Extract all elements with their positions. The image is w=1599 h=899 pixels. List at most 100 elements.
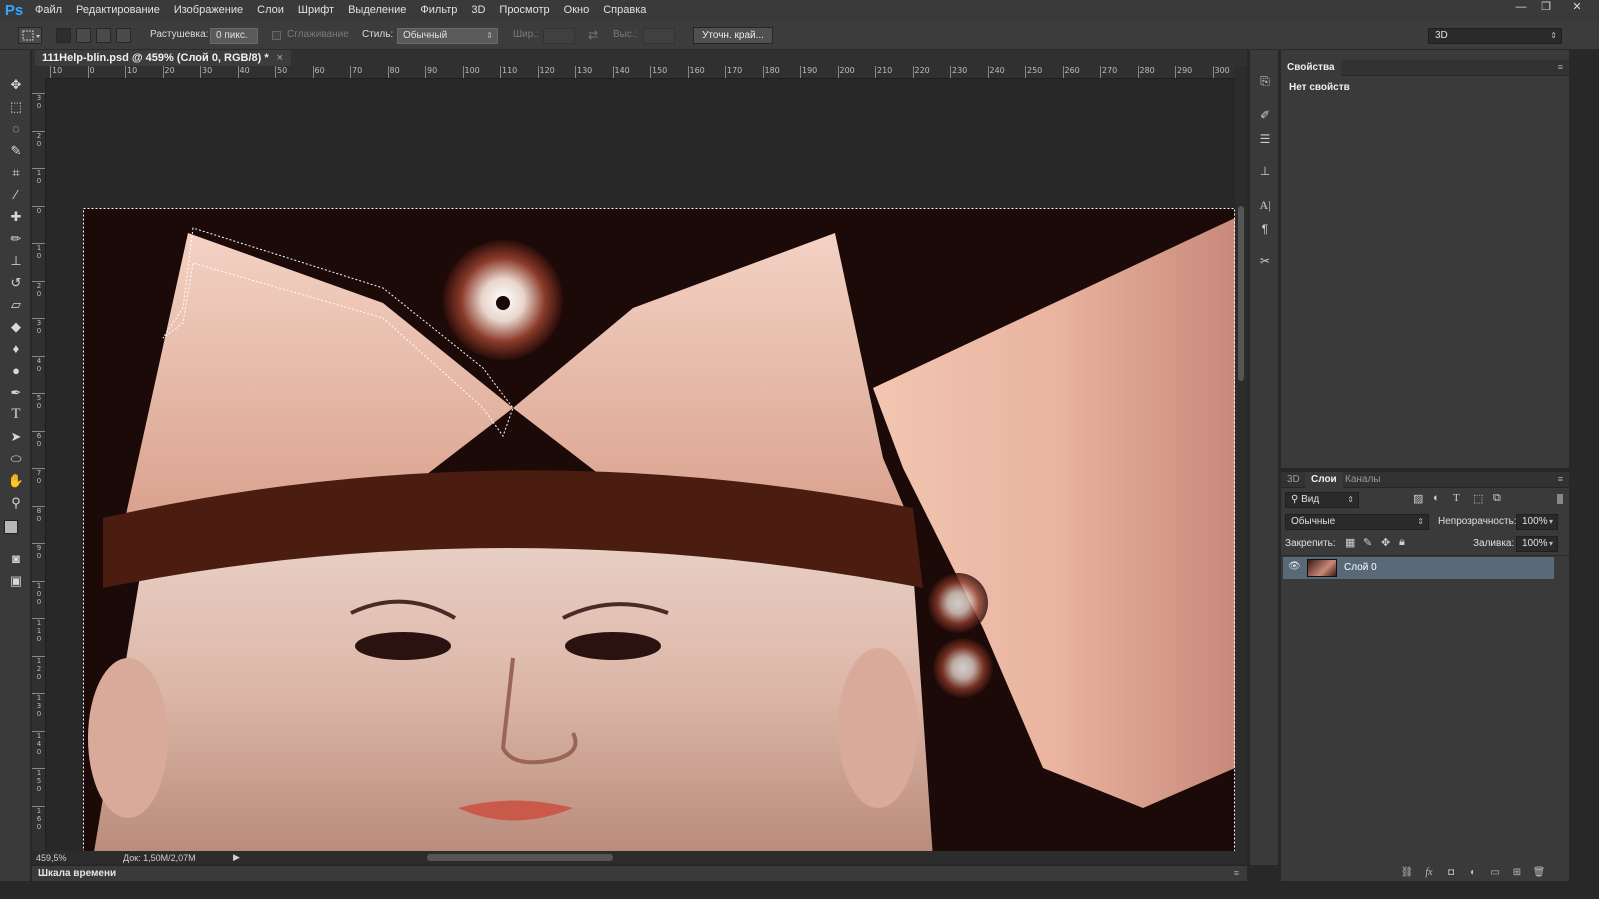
foreground-color-swatch[interactable] <box>4 520 18 534</box>
pixel-filter-icon[interactable]: ▨ <box>1413 492 1423 505</box>
link-layers-icon[interactable]: ⛓ <box>1400 867 1414 879</box>
swap-icon[interactable]: ⇄ <box>588 28 598 42</box>
feather-input[interactable]: 0 пикс. <box>210 28 258 44</box>
status-menu-arrow-icon[interactable]: ▶ <box>233 852 240 863</box>
eyedropper-tool-icon[interactable]: ⁄ <box>5 184 27 205</box>
menu-view[interactable]: Просмотр <box>492 0 556 21</box>
close-tab-icon[interactable]: × <box>277 50 283 66</box>
new-selection-button[interactable] <box>56 28 71 43</box>
adjustments-icon[interactable]: ☰ <box>1256 130 1274 148</box>
tool-preset-picker[interactable] <box>18 27 42 44</box>
layer-row[interactable]: 👁︎ Слой 0 <box>1283 557 1554 579</box>
pen-tool-icon[interactable]: ✒ <box>5 382 27 403</box>
eye-visibility-icon[interactable]: 👁︎ <box>1288 561 1301 572</box>
menu-edit[interactable]: Редактирование <box>69 0 167 21</box>
tab-channels[interactable]: Каналы <box>1339 472 1387 488</box>
horizontal-scroll-thumb[interactable] <box>427 854 613 861</box>
tool-presets-icon[interactable]: ✂ <box>1256 252 1274 270</box>
hand-tool-icon[interactable]: ✋ <box>5 470 27 491</box>
smart-object-filter-icon[interactable]: ⧉ <box>1493 492 1501 505</box>
type-filter-icon[interactable]: T <box>1453 492 1460 504</box>
timeline-label[interactable]: Шкала времени <box>38 868 116 879</box>
eraser-tool-icon[interactable]: ▱ <box>5 294 27 315</box>
width-input[interactable] <box>543 28 575 44</box>
zoom-level[interactable]: 459,5% <box>36 853 67 863</box>
blend-mode-select[interactable]: Обычные ⇕ <box>1285 514 1429 530</box>
rect-marquee-tool-icon[interactable]: ⬚ <box>5 96 27 117</box>
vertical-scrollbar[interactable] <box>1235 66 1247 851</box>
workspace-select[interactable]: 3D ⇕ <box>1428 28 1562 44</box>
opacity-input[interactable]: 100% ▾ <box>1516 514 1558 530</box>
history-brush-tool-icon[interactable]: ↺ <box>5 272 27 293</box>
restore-button[interactable]: ❐ <box>1535 0 1557 14</box>
menu-file[interactable]: Файл <box>28 0 69 21</box>
panel-menu-icon[interactable]: ≡ <box>1234 868 1239 878</box>
canvas-area[interactable] <box>47 80 1235 851</box>
crop-tool-icon[interactable]: ⌗ <box>5 162 27 183</box>
menu-layers[interactable]: Слои <box>250 0 291 21</box>
horizontal-scrollbar[interactable] <box>32 851 1247 864</box>
blur-tool-icon[interactable]: ♦ <box>5 338 27 359</box>
lasso-tool-icon[interactable]: ◌ <box>5 118 27 139</box>
history-icon[interactable]: ⎘ <box>1256 72 1274 90</box>
menu-filter[interactable]: Фильтр <box>413 0 464 21</box>
antialias-checkbox[interactable] <box>272 31 281 40</box>
clone-stamp-tool-icon[interactable]: ⊥ <box>5 250 27 271</box>
intersect-selection-button[interactable] <box>116 28 131 43</box>
lock-position-icon[interactable]: ✥ <box>1381 536 1390 549</box>
menu-type[interactable]: Шрифт <box>291 0 341 21</box>
quick-select-tool-icon[interactable]: ✎ <box>5 140 27 161</box>
filter-toggle[interactable] <box>1557 494 1563 504</box>
brush-tool-icon[interactable]: ✏ <box>5 228 27 249</box>
move-tool-icon[interactable]: ✥ <box>5 74 27 95</box>
menu-image[interactable]: Изображение <box>167 0 250 21</box>
menu-3d[interactable]: 3D <box>464 0 492 21</box>
healing-brush-tool-icon[interactable]: ✚ <box>5 206 27 227</box>
trash-icon[interactable]: 🗑︎ <box>1532 867 1546 879</box>
lock-all-icon[interactable]: 🔒︎ <box>1399 536 1405 549</box>
paint-bucket-tool-icon[interactable]: ◆ <box>5 316 27 337</box>
fx-icon[interactable]: fx <box>1422 867 1436 879</box>
add-selection-button[interactable] <box>76 28 91 43</box>
layer-filter-select[interactable]: ⚲ Вид ⇕ <box>1285 492 1359 508</box>
screen-mode-icon[interactable]: ▣ <box>5 570 27 591</box>
menu-window[interactable]: Окно <box>557 0 597 21</box>
tab-3d[interactable]: 3D <box>1281 472 1306 488</box>
document-tab[interactable]: 111Help-blin.psd @ 459% (Слой 0, RGB/8) … <box>35 50 292 66</box>
ellipse-tool-icon[interactable]: ⬭ <box>5 448 27 469</box>
refine-edge-button[interactable]: Уточн. край... <box>693 27 773 44</box>
adjustment-layer-icon[interactable]: ◐ <box>1466 867 1480 879</box>
path-select-tool-icon[interactable]: ➤ <box>5 426 27 447</box>
tab-layers[interactable]: Слои <box>1305 472 1343 488</box>
menu-select[interactable]: Выделение <box>341 0 413 21</box>
style-select[interactable]: Обычный ⇕ <box>397 28 498 44</box>
vertical-scroll-thumb[interactable] <box>1238 206 1244 381</box>
shape-filter-icon[interactable]: ⬚ <box>1473 492 1483 505</box>
menu-help[interactable]: Справка <box>596 0 653 21</box>
character-icon[interactable]: A| <box>1256 196 1274 214</box>
tab-properties[interactable]: Свойства <box>1281 60 1341 76</box>
close-window-button[interactable]: ✕ <box>1566 0 1588 14</box>
panel-menu-icon[interactable]: ≡ <box>1558 474 1563 484</box>
vertical-ruler[interactable]: 3 0 2 0 1 0 0 1 0 2 0 3 0 4 0 5 0 6 0 7 0 8 0 9 0 1 0… <box>32 79 46 851</box>
zoom-tool-icon[interactable]: ⚲ <box>5 492 27 513</box>
new-layer-icon[interactable]: ⊞ <box>1510 867 1524 879</box>
adjustment-filter-icon[interactable]: ◐ <box>1433 492 1440 504</box>
brush-presets-icon[interactable]: ✐ <box>1256 106 1274 124</box>
add-mask-icon[interactable]: ◘ <box>1444 867 1458 879</box>
paragraph-icon[interactable]: ¶ <box>1256 220 1274 238</box>
quick-mask-icon[interactable]: ◙ <box>5 548 27 569</box>
lock-transparency-icon[interactable]: ▦ <box>1345 536 1355 549</box>
type-tool-icon[interactable]: T <box>5 404 27 425</box>
horizontal-ruler[interactable]: 10 0 10 20 30 40 50 60 70 80 90 100 110 120 130 140 150 1… <box>46 66 1235 79</box>
subtract-selection-button[interactable] <box>96 28 111 43</box>
document-size-info[interactable]: Док: 1,50M/2,07M <box>123 853 196 863</box>
panel-menu-icon[interactable]: ≡ <box>1558 62 1563 72</box>
fill-input[interactable]: 100% ▾ <box>1516 536 1558 552</box>
new-group-icon[interactable]: ▭ <box>1488 867 1502 879</box>
layer-name[interactable]: Слой 0 <box>1344 562 1377 573</box>
lock-pixels-icon[interactable]: ✎ <box>1363 536 1372 549</box>
minimize-button[interactable]: — <box>1510 0 1532 14</box>
document-image[interactable] <box>83 208 1235 851</box>
clone-source-icon[interactable]: ⊥ <box>1256 162 1274 180</box>
